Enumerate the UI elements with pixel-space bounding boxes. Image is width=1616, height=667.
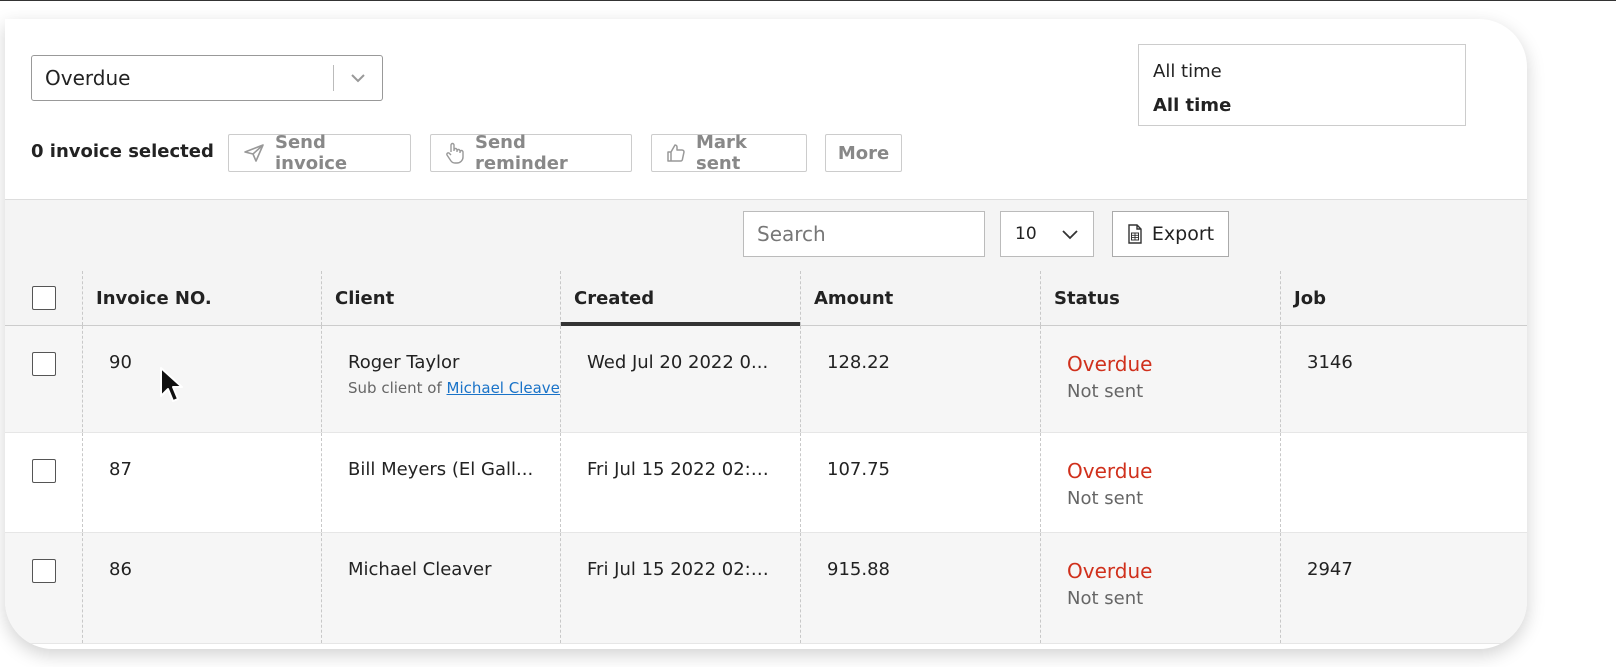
status-badge: Overdue	[1067, 459, 1153, 483]
mouse-pointer-icon	[160, 367, 183, 402]
status-cell: Overdue Not sent	[1041, 326, 1281, 432]
created-date: Wed Jul 20 2022 0...	[561, 326, 801, 432]
invoice-number[interactable]: 86	[83, 533, 322, 643]
row-checkbox[interactable]	[31, 459, 56, 483]
time-range-option-selected[interactable]: All time	[1153, 89, 1451, 123]
status-cell: Overdue Not sent	[1041, 533, 1281, 643]
invoice-table: Invoice NO. Client Created Amount Status…	[5, 271, 1527, 644]
amount: 128.22	[801, 326, 1041, 432]
mark-sent-label: Mark sent	[696, 132, 747, 174]
parent-client-link[interactable]: Michael Cleaver	[447, 379, 560, 397]
status-cell: Overdue Not sent	[1041, 433, 1281, 532]
job-number[interactable]: 2947	[1281, 533, 1527, 643]
more-label: More	[837, 142, 890, 164]
top-border	[0, 0, 1616, 1]
created-date: Fri Jul 15 2022 02:1...	[561, 433, 801, 532]
client-name[interactable]: Michael Cleaver	[322, 533, 561, 643]
select-all-cell	[5, 271, 83, 325]
job-number[interactable]	[1281, 433, 1527, 532]
amount: 915.88	[801, 533, 1041, 643]
thumbs-up-icon	[667, 144, 685, 162]
sent-status: Not sent	[1067, 381, 1144, 402]
send-icon	[244, 144, 264, 162]
export-label: Export	[1151, 223, 1215, 245]
chevron-down-icon[interactable]	[334, 73, 382, 83]
table-row[interactable]: 90 Roger Taylor Sub client of Michael Cl…	[5, 326, 1527, 433]
send-invoice-button[interactable]: Send invoice	[228, 132, 411, 174]
row-checkbox[interactable]	[31, 352, 56, 376]
status-filter-value: Overdue	[45, 66, 131, 90]
column-header-created[interactable]: Created	[561, 271, 801, 326]
row-select-cell	[5, 433, 83, 532]
table-row[interactable]: 87 Bill Meyers (El Gall... Fri Jul 15 20…	[5, 433, 1527, 533]
search-input[interactable]	[743, 211, 985, 257]
column-header-client[interactable]: Client	[322, 271, 561, 325]
table-header-row: Invoice NO. Client Created Amount Status…	[5, 271, 1527, 326]
column-header-job[interactable]: Job	[1281, 271, 1527, 325]
reminder-hand-icon	[446, 142, 464, 164]
created-date: Fri Jul 15 2022 02:1...	[561, 533, 801, 643]
row-select-cell	[5, 533, 83, 643]
column-header-amount[interactable]: Amount	[801, 271, 1041, 325]
row-checkbox[interactable]	[31, 559, 56, 583]
chevron-down-icon	[1062, 229, 1078, 239]
send-invoice-label: Send invoice	[275, 132, 348, 174]
amount: 107.75	[801, 433, 1041, 532]
export-button[interactable]: Export	[1112, 211, 1229, 257]
sub-client-note: Sub client of Michael Cleaver	[348, 379, 560, 397]
status-badge: Overdue	[1067, 352, 1153, 376]
select-all-checkbox[interactable]	[31, 286, 56, 310]
time-range-dropdown[interactable]: All time All time	[1138, 44, 1466, 126]
client-name[interactable]: Bill Meyers (El Gall...	[322, 433, 561, 532]
sent-status: Not sent	[1067, 588, 1144, 609]
rows-per-page-select[interactable]: 10	[1000, 211, 1094, 257]
more-button[interactable]: More	[825, 134, 902, 172]
mark-sent-button[interactable]: Mark sent	[651, 132, 807, 174]
status-badge: Overdue	[1067, 559, 1153, 583]
sub-client-prefix: Sub client of	[348, 379, 447, 397]
column-header-invoice[interactable]: Invoice NO.	[83, 271, 322, 325]
send-reminder-button[interactable]: Send reminder	[430, 132, 632, 174]
invoices-panel: Overdue All time All time 0 invoice sele…	[5, 19, 1527, 649]
sent-status: Not sent	[1067, 488, 1144, 509]
client-cell: Roger Taylor Sub client of Michael Cleav…	[322, 326, 561, 432]
selected-count: 0 invoice selected	[31, 141, 214, 162]
time-range-option[interactable]: All time	[1153, 55, 1451, 89]
row-select-cell	[5, 326, 83, 432]
status-filter-select[interactable]: Overdue	[31, 55, 383, 101]
column-header-status[interactable]: Status	[1041, 271, 1281, 325]
table-row[interactable]: 86 Michael Cleaver Fri Jul 15 2022 02:1.…	[5, 533, 1527, 644]
rows-per-page-value: 10	[1015, 224, 1037, 244]
job-number[interactable]: 3146	[1281, 326, 1527, 432]
invoice-number[interactable]: 87	[83, 433, 322, 532]
spreadsheet-icon	[1128, 224, 1142, 244]
send-reminder-label: Send reminder	[475, 132, 568, 174]
client-name[interactable]: Roger Taylor	[348, 352, 534, 373]
invoice-number[interactable]: 90	[83, 326, 322, 432]
